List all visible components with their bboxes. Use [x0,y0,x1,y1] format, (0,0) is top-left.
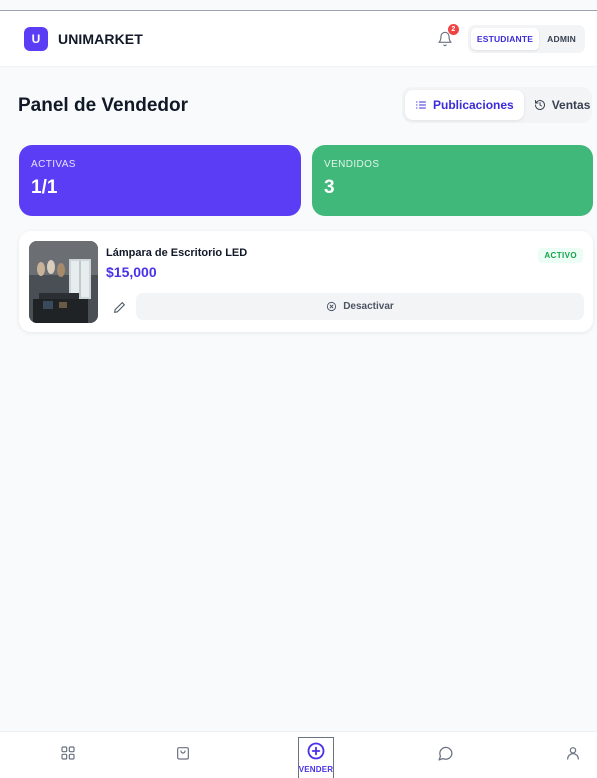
grid-icon [61,746,75,760]
sold-card: VENDIDOS 3 [312,145,593,216]
user-icon [567,747,579,760]
notifications-button[interactable]: 2 [434,23,459,50]
tab-label: Ventas [551,98,591,112]
listing-price: $15,000 [106,264,157,280]
chat-bubble-icon [437,746,453,761]
tab-label: Publicaciones [433,98,514,112]
role-student-button[interactable]: ESTUDIANTE [470,27,540,50]
nav-home[interactable] [55,740,81,766]
stat-value: 1/1 [31,177,58,198]
nav-chat[interactable] [432,740,458,766]
tab-publicaciones[interactable]: Publicaciones [405,90,524,120]
product-photo [29,241,98,323]
tab-ventas[interactable]: Ventas [524,90,597,120]
history-icon [534,100,545,110]
page-title: Panel de Vendedor [18,95,188,116]
x-circle-icon [327,301,337,312]
deactivate-button[interactable]: Desactivar [136,293,584,320]
stat-label: ACTIVAS [31,159,76,170]
edit-button[interactable] [106,294,132,320]
role-switch: ESTUDIANTE ADMIN [467,24,585,53]
brand-name: UNIMARKET [58,30,143,47]
listing-title: Lámpara de Escritorio LED [106,247,248,259]
active-listings-card: ACTIVAS 1/1 [19,145,301,216]
listing-thumbnail[interactable] [29,241,98,323]
nav-shop[interactable] [170,740,196,766]
listing-card[interactable]: Lámpara de Escritorio LED $15,000 ACTIVO… [19,231,593,332]
status-badge: ACTIVO [538,248,583,263]
list-icon [416,101,426,109]
pencil-icon [113,301,125,313]
deactivate-label: Desactivar [343,301,394,312]
plus-circle-icon [307,742,325,760]
nav-sell[interactable]: VENDER [298,737,334,778]
bag-icon [177,747,189,760]
brand-logo[interactable]: U [24,26,48,51]
view-tabs: Publicaciones Ventas [402,87,592,123]
app-header: U UNIMARKET 2 ESTUDIANTE ADMIN [0,11,597,67]
role-admin-button[interactable]: ADMIN [541,28,582,50]
stat-value: 3 [324,177,335,198]
nav-sell-label: VENDER [298,765,334,774]
bottom-nav: VENDER [0,731,597,778]
stat-label: VENDIDOS [324,159,380,170]
notification-badge: 2 [447,23,459,35]
nav-profile[interactable] [560,740,586,766]
